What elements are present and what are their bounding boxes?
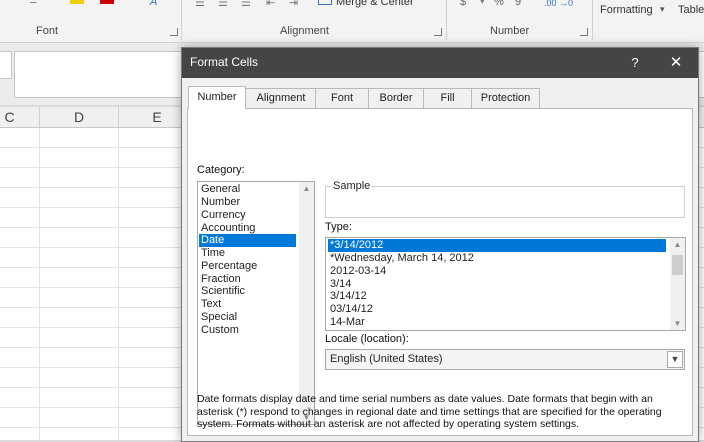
merge-icon (318, 0, 332, 5)
list-item-selected[interactable]: *3/14/2012 (328, 239, 666, 252)
percent-icon[interactable]: % (494, 0, 504, 8)
list-item[interactable]: Number (201, 196, 296, 209)
font-launcher-icon[interactable] (170, 28, 178, 36)
type-list[interactable]: *3/14/2012 *Wednesday, March 14, 2012 20… (325, 237, 686, 331)
tab-font[interactable]: Font (315, 88, 369, 108)
list-item[interactable]: 3/14/12 (328, 290, 666, 303)
list-item[interactable]: Time (201, 247, 296, 260)
tab-number[interactable]: Number (188, 86, 246, 109)
text-effects-icon[interactable]: A (150, 0, 157, 8)
font-group-label: Font (36, 25, 59, 37)
align-bottom-icon[interactable]: ☰ (241, 0, 251, 9)
format-cells-dialog: Format Cells ? ✕ Number Alignment Font B… (181, 47, 699, 442)
grid-line (118, 128, 119, 440)
chevron-down-icon[interactable]: ▼ (667, 351, 683, 368)
name-box[interactable] (0, 51, 12, 79)
list-item-selected[interactable]: Date (199, 234, 296, 247)
category-scrollbar[interactable]: ▲ ▼ (299, 182, 314, 424)
list-item[interactable]: Special (201, 311, 296, 324)
fill-color-icon[interactable] (70, 0, 84, 4)
locale-select[interactable]: English (United States) ▼ (325, 349, 685, 370)
scroll-thumb[interactable] (672, 255, 683, 275)
list-item[interactable]: Scientific (201, 285, 296, 298)
column-header-c[interactable]: C (0, 107, 40, 127)
accounting-format-icon[interactable]: $ (460, 0, 466, 8)
list-item[interactable]: Custom (201, 324, 296, 337)
conditional-formatting-button[interactable]: Formatting (600, 4, 653, 16)
border-icon[interactable]: ⎯ (30, 0, 37, 10)
comma-style-icon[interactable]: 9 (515, 0, 521, 8)
list-item[interactable]: 2012-03-14 (328, 265, 666, 278)
list-item[interactable]: 03/14/12 (328, 303, 666, 316)
dialog-title: Format Cells (190, 55, 259, 69)
tab-alignment[interactable]: Alignment (245, 88, 317, 108)
decimal-decrease-button[interactable]: .00 →0 (544, 0, 573, 8)
tab-protection[interactable]: Protection (471, 88, 540, 108)
scroll-down-icon[interactable]: ▼ (670, 317, 685, 330)
sample-label: Sample (331, 180, 373, 192)
group-separator (446, 0, 447, 40)
increase-indent-icon[interactable]: ⇥ (289, 0, 298, 9)
group-separator (181, 0, 182, 40)
category-list[interactable]: General Number Currency Accounting Date … (197, 181, 315, 425)
type-scrollbar[interactable]: ▲ ▼ (670, 238, 685, 330)
format-description: Date formats display date and time seria… (197, 393, 662, 430)
tab-strip: Number Alignment Font Border Fill Protec… (188, 86, 692, 109)
number-group-label: Number (490, 25, 530, 37)
tab-border[interactable]: Border (368, 88, 424, 108)
column-header-d[interactable]: D (40, 107, 119, 127)
alignment-group-label: Alignment (280, 25, 329, 37)
chevron-down-icon: ▾ (660, 4, 665, 14)
type-label: Type: (325, 221, 352, 233)
dialog-titlebar[interactable]: Format Cells ? ✕ (182, 48, 698, 78)
dropdown-arrow-icon[interactable]: ▾ (480, 0, 485, 7)
category-label: Category: (197, 164, 245, 176)
font-color-icon[interactable] (100, 0, 114, 4)
number-launcher-icon[interactable] (580, 28, 588, 36)
group-separator (592, 0, 593, 40)
align-top-icon[interactable]: ☰ (195, 0, 205, 9)
number-tab-panel: Category: General Number Currency Accoun… (187, 108, 693, 436)
format-as-table-button[interactable]: Table (678, 4, 704, 16)
locale-value: English (United States) (330, 353, 443, 365)
list-item[interactable]: General (201, 183, 296, 196)
alignment-launcher-icon[interactable] (434, 28, 442, 36)
scroll-up-icon[interactable]: ▲ (670, 238, 685, 251)
list-item[interactable]: Percentage (201, 260, 296, 273)
list-item[interactable]: Text (201, 298, 296, 311)
list-item[interactable]: 14-Mar (328, 316, 666, 329)
help-button[interactable]: ? (625, 53, 645, 73)
grid-line (39, 128, 40, 440)
tab-fill[interactable]: Fill (423, 88, 472, 108)
list-item[interactable]: Currency (201, 209, 296, 222)
scroll-up-icon[interactable]: ▲ (299, 182, 314, 195)
sample-group (325, 186, 685, 218)
ribbon: ⎯ A Font ☰ ☰ ☰ ⇤ ⇥ Merge & Center Alignm… (0, 0, 704, 43)
merge-center-button[interactable]: Merge & Center (336, 0, 414, 8)
locale-label: Locale (location): (325, 333, 409, 345)
list-item[interactable]: *Wednesday, March 14, 2012 (328, 252, 666, 265)
align-middle-icon[interactable]: ☰ (218, 0, 228, 9)
close-icon[interactable]: ✕ (666, 53, 686, 73)
decrease-indent-icon[interactable]: ⇤ (266, 0, 275, 9)
